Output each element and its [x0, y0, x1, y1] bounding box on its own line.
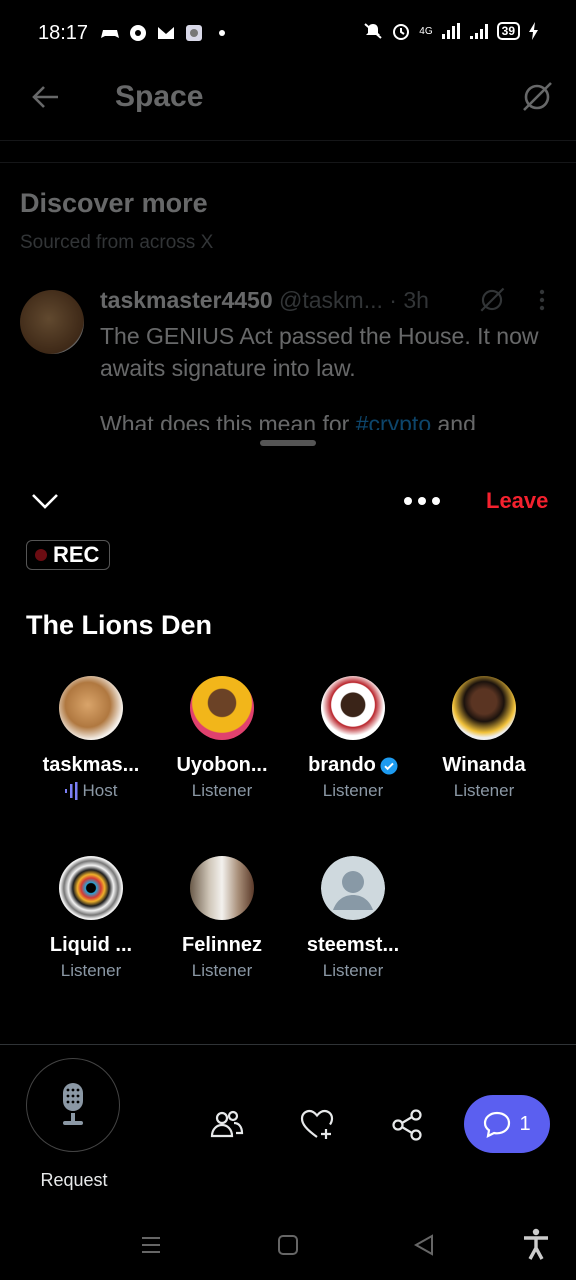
status-bar: 18:17 4G 39 — [0, 0, 576, 70]
app-icon — [130, 25, 146, 41]
back-nav-icon[interactable] — [413, 1234, 435, 1256]
home-icon[interactable] — [277, 1234, 299, 1256]
grok-icon[interactable] — [520, 80, 554, 114]
participant-role: Listener — [322, 961, 384, 980]
avatar — [59, 676, 123, 740]
avatar — [452, 676, 516, 740]
avatar — [190, 676, 254, 740]
participant-role: Listener — [322, 781, 384, 800]
avatar — [59, 856, 123, 920]
rec-badge: REC — [26, 540, 110, 570]
post-hashtag[interactable]: #crypto — [356, 411, 431, 430]
participant-name: Winanda — [442, 754, 526, 776]
participant-role: Host — [82, 781, 118, 800]
accessibility-icon[interactable] — [522, 1228, 550, 1260]
participant-name: brando — [308, 754, 376, 776]
rec-dot-icon — [35, 549, 47, 561]
post-author-name[interactable]: taskmaster4450 — [100, 287, 273, 313]
network-type: 4G — [419, 25, 433, 37]
participant[interactable]: Winanda Listener — [419, 676, 549, 801]
heart-add-icon[interactable] — [300, 1108, 334, 1142]
discover-title: Discover more — [20, 188, 208, 218]
dot-icon — [219, 30, 225, 36]
avatar — [190, 856, 254, 920]
space-title: The Lions Den — [26, 610, 213, 640]
rec-label: REC — [53, 542, 100, 567]
grok-icon[interactable] — [478, 286, 506, 314]
chevron-down-icon[interactable] — [30, 488, 60, 514]
page-title: Space — [115, 80, 204, 113]
avatar — [321, 676, 385, 740]
menu-icon[interactable] — [140, 1234, 162, 1256]
gmail-icon — [158, 27, 174, 39]
participant[interactable]: Felinnez Listener — [157, 856, 287, 981]
post-text-continued: What does this mean for #crypto and — [100, 408, 550, 430]
more-horizontal-icon[interactable] — [402, 488, 442, 514]
post-text-part: and — [431, 411, 476, 430]
speaking-bars-icon — [64, 782, 78, 800]
game-icon — [101, 30, 119, 38]
mute-icon — [364, 23, 382, 39]
participant[interactable]: Liquid ... Listener — [26, 856, 156, 981]
alarm-icon — [393, 24, 410, 40]
chat-bubble-icon — [484, 1111, 511, 1138]
divider — [0, 162, 576, 163]
participant-role: Listener — [453, 781, 515, 800]
participant-role: Listener — [191, 961, 253, 980]
participant-name: Liquid ... — [49, 934, 133, 956]
app-square-icon — [186, 25, 202, 41]
participant[interactable]: Uyobon... Listener — [157, 676, 287, 801]
signal2-icon — [469, 24, 488, 39]
leave-button[interactable]: Leave — [486, 488, 548, 514]
drag-handle[interactable] — [260, 440, 316, 446]
post-time: · 3h — [389, 287, 429, 313]
system-nav-bar — [0, 1212, 576, 1280]
participant[interactable]: taskmas... Host — [26, 676, 156, 801]
share-icon[interactable] — [390, 1108, 424, 1142]
participant-name: taskmas... — [42, 754, 140, 776]
signal-icon — [441, 23, 460, 39]
chat-button[interactable]: 1 — [464, 1095, 550, 1153]
divider — [0, 1044, 576, 1045]
verified-icon — [380, 757, 398, 774]
participant-name: Uyobon... — [176, 754, 268, 776]
notification-icons — [100, 24, 232, 42]
more-vertical-icon[interactable] — [532, 288, 552, 312]
participant-name: steemst... — [306, 934, 400, 956]
battery-level: 39 — [496, 22, 520, 40]
default-avatar-icon — [321, 856, 385, 920]
microphone-icon — [63, 1083, 83, 1125]
system-icons: 4G 39 — [363, 22, 540, 40]
participant[interactable]: brando Listener — [288, 676, 418, 801]
discover-subtitle: Sourced from across X — [20, 232, 214, 253]
post-text: The GENIUS Act passed the House. It now … — [100, 323, 539, 381]
divider — [0, 140, 576, 141]
participant-name: Felinnez — [181, 934, 262, 956]
status-time: 18:17 — [38, 22, 89, 44]
request-mic-button[interactable] — [26, 1058, 120, 1152]
chat-count: 1 — [519, 1112, 531, 1135]
post-header: taskmaster4450 @taskm... · 3h — [100, 287, 429, 314]
participant[interactable]: steemst... Listener — [288, 856, 418, 981]
back-arrow-icon[interactable] — [30, 84, 60, 110]
charging-icon — [529, 22, 538, 40]
people-icon[interactable] — [210, 1108, 244, 1142]
post-text-part: What does this mean for — [100, 411, 356, 430]
post-avatar[interactable] — [20, 290, 84, 354]
post-author-handle: @taskm... — [279, 287, 383, 313]
participant-role: Listener — [191, 781, 253, 800]
request-label: Request — [40, 1170, 108, 1190]
participant-role: Listener — [60, 961, 122, 980]
